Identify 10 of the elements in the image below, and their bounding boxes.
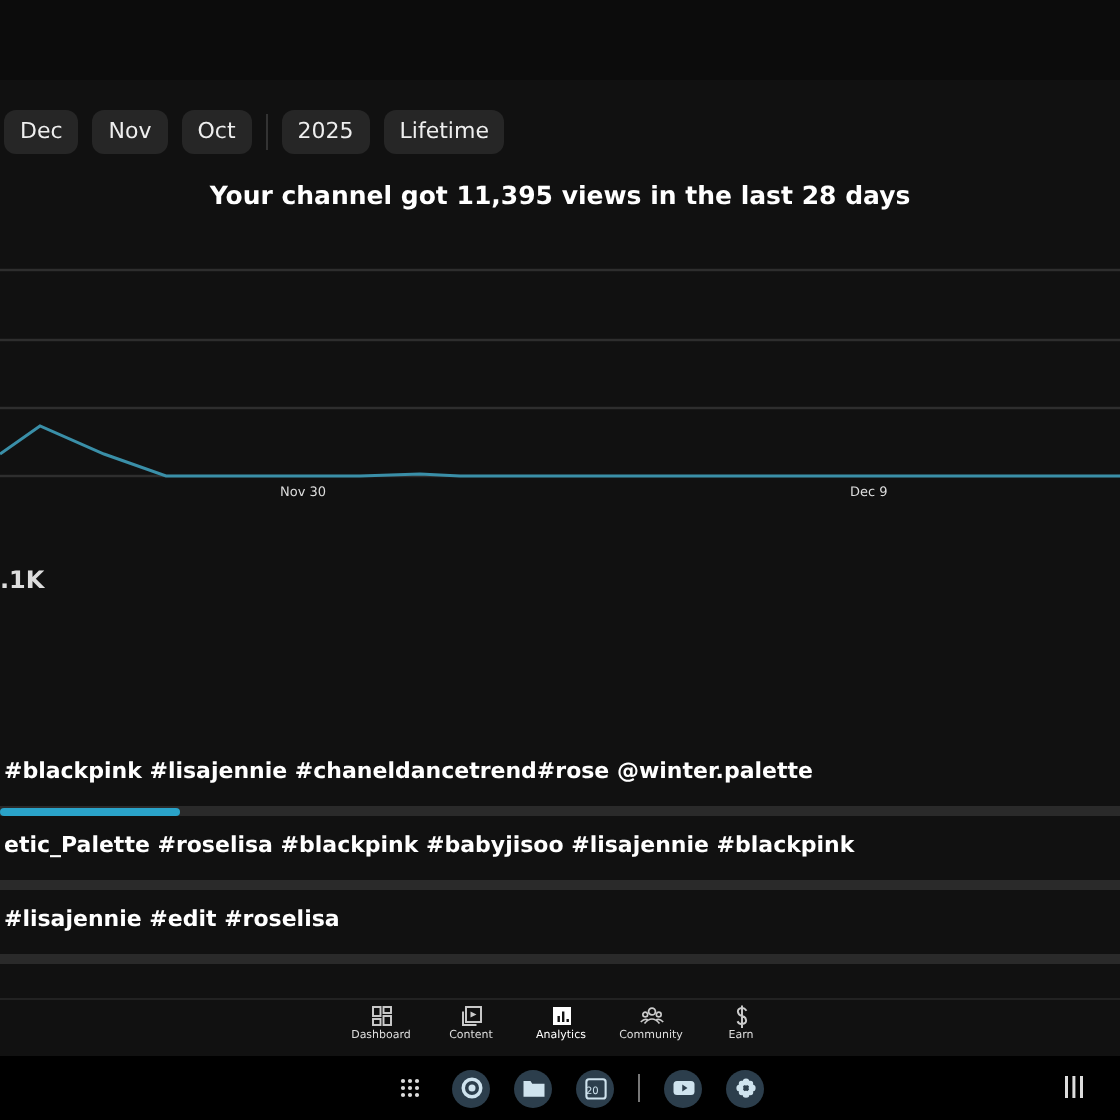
period-chip[interactable]: Lifetime (383, 109, 505, 153)
video-title[interactable]: #lisajennie #edit #roselisa (0, 906, 1120, 938)
period-chip[interactable]: Dec (4, 109, 79, 153)
video-title[interactable]: etic_Palette #roselisa #blackpink #babyjisoo #lisajennie #blackpink (0, 832, 1120, 864)
video-title[interactable]: #blackpink #lisajennie #chaneldancetrend#rose @winter.palette (0, 758, 1120, 790)
period-chip[interactable]: Oct (181, 109, 252, 153)
period-chip[interactable]: 2025 (281, 109, 370, 153)
period-chip[interactable]: Nov (92, 109, 168, 153)
views-summary-heading: Your channel got 11,395 views in the last 28 days (207, 178, 913, 214)
stat-value: .1K (0, 566, 47, 598)
